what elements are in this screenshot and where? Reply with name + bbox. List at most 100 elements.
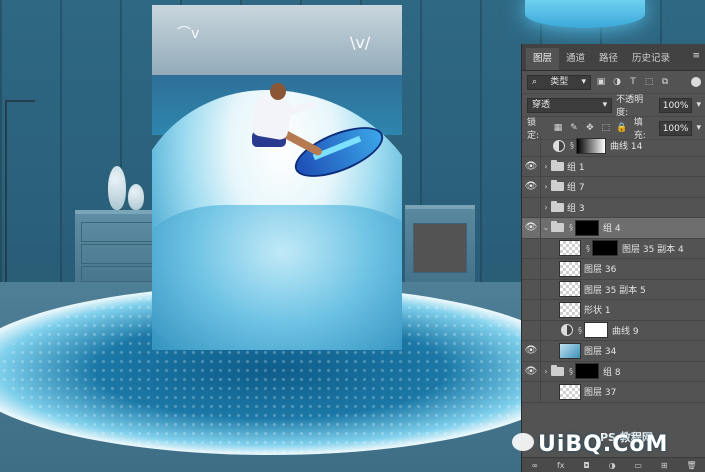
lock-artboard-icon[interactable]: ⬚	[600, 122, 612, 134]
eye-icon[interactable]: 👁	[522, 156, 541, 176]
trash-icon[interactable]: 🗑	[686, 461, 696, 470]
layer-row[interactable]: § 曲线 9	[522, 320, 705, 341]
layer-name: 组 3	[567, 203, 585, 214]
blend-mode-select[interactable]: 穿透 ▾	[527, 97, 613, 113]
visibility-toggle[interactable]	[522, 197, 541, 217]
link-icon[interactable]: ∞	[531, 461, 538, 470]
adjustment-icon[interactable]: ◑	[609, 461, 616, 470]
layer-name: 形状 1	[584, 306, 611, 317]
chevron-down-icon[interactable]: ⌄	[541, 223, 551, 232]
wave-foam	[152, 205, 402, 350]
lock-transparent-icon[interactable]: ▦	[552, 122, 564, 134]
chevron-right-icon[interactable]: ›	[541, 367, 551, 376]
mask-icon[interactable]: ◘	[583, 461, 589, 470]
eye-icon[interactable]: 👁	[522, 341, 541, 361]
chevron-right-icon[interactable]: ›	[541, 203, 551, 212]
layer-name: 图层 35 副本 4	[622, 244, 684, 255]
link-icon: §	[570, 141, 574, 151]
link-icon: §	[578, 325, 582, 335]
smart-object-filter-icon[interactable]: ⧉	[659, 76, 671, 88]
eye-icon[interactable]: 👁	[522, 177, 541, 197]
folder-icon	[551, 159, 564, 171]
layer-row[interactable]: 图层 36	[522, 259, 705, 280]
cabinet-drawer	[81, 244, 153, 264]
layer-name: 曲线 9	[612, 326, 639, 337]
chevron-down-icon[interactable]: ▾	[696, 123, 701, 133]
layer-name: 组 8	[603, 367, 621, 378]
fx-icon[interactable]: fx	[557, 461, 565, 470]
lock-move-icon[interactable]: ✥	[584, 122, 596, 134]
layer-thumbnail[interactable]	[559, 383, 581, 400]
visibility-toggle[interactable]	[522, 136, 541, 156]
layer-thumbnail[interactable]	[559, 260, 581, 277]
layer-row[interactable]: 图层 37	[522, 382, 705, 403]
tab-history[interactable]: 历史记录	[625, 48, 677, 70]
panel-menu-icon[interactable]: ≡	[692, 51, 700, 61]
layer-row[interactable]: 👁 图层 34	[522, 341, 705, 362]
cabinet-drawer	[81, 222, 153, 242]
visibility-toggle[interactable]	[522, 238, 541, 258]
layer-row[interactable]: › 组 3	[522, 197, 705, 218]
tab-layers[interactable]: 图层	[526, 48, 560, 70]
layer-row[interactable]: 形状 1	[522, 300, 705, 321]
new-layer-icon[interactable]: ⊞	[661, 461, 668, 470]
filter-kind-select[interactable]: ⌕ 类型 ▾	[527, 74, 591, 90]
watermark: UiBQ.CoM	[538, 432, 669, 457]
layers-panel: 图层 通道 路径 历史记录 ≡ ⌕ 类型 ▾ ▣ ◑ T ⬚ ⧉ 穿透 ▾ 不透…	[521, 44, 705, 472]
visibility-toggle[interactable]	[522, 300, 541, 320]
eye-icon[interactable]: 👁	[522, 361, 541, 381]
chevron-right-icon[interactable]: ›	[541, 162, 551, 171]
chevron-right-icon[interactable]: ›	[541, 182, 551, 191]
layer-name: 图层 37	[584, 388, 617, 399]
layer-thumbnail[interactable]	[559, 281, 581, 298]
layer-row[interactable]: 👁 › 组 7	[522, 177, 705, 198]
layer-name: 曲线 14	[610, 142, 643, 153]
layers-list: § 曲线 14 👁 › 组 1 👁 › 组 7 › 组 3 👁 ⌄ § 组 4 …	[522, 136, 705, 458]
visibility-toggle[interactable]	[522, 382, 541, 402]
layer-row[interactable]: 👁 › 组 1	[522, 156, 705, 177]
type-filter-icon[interactable]: T	[627, 76, 639, 88]
layer-row[interactable]: § 图层 35 副本 4	[522, 238, 705, 259]
folder-icon	[551, 180, 564, 192]
layer-mask-thumbnail[interactable]	[576, 137, 606, 154]
pixel-filter-icon[interactable]: ▣	[595, 76, 607, 88]
layer-thumbnail[interactable]	[559, 342, 581, 359]
folder-icon[interactable]: ▭	[634, 461, 642, 470]
tab-paths[interactable]: 路径	[592, 48, 625, 70]
vase	[108, 166, 126, 210]
visibility-toggle[interactable]	[522, 259, 541, 279]
layer-mask-thumbnail[interactable]	[575, 219, 599, 236]
link-icon: §	[586, 243, 590, 253]
chevron-down-icon[interactable]: ▾	[696, 100, 701, 110]
visibility-toggle[interactable]	[522, 279, 541, 299]
visibility-toggle[interactable]	[522, 320, 541, 340]
shape-filter-icon[interactable]: ⬚	[643, 76, 655, 88]
layer-mask-thumbnail[interactable]	[584, 322, 608, 339]
surfer-head	[270, 83, 286, 100]
panel-tabs: 图层 通道 路径 历史记录	[522, 44, 705, 71]
folder-open-icon	[551, 221, 564, 233]
shape-thumbnail[interactable]	[559, 301, 581, 318]
tab-channels[interactable]: 通道	[559, 48, 592, 70]
cabinet-drawer	[81, 266, 153, 282]
lock-all-icon[interactable]: 🔒	[616, 122, 628, 134]
adjustment-filter-icon[interactable]: ◑	[611, 76, 623, 88]
filter-kind-label: 类型	[550, 76, 569, 87]
layer-row-selected[interactable]: 👁 ⌄ § 组 4	[522, 218, 705, 239]
layer-row[interactable]: § 曲线 14	[522, 136, 705, 157]
fill-input[interactable]: 100%	[658, 120, 693, 136]
layer-mask-thumbnail[interactable]	[592, 240, 618, 257]
wechat-icon	[512, 433, 534, 451]
folder-icon	[551, 200, 564, 212]
layer-row[interactable]: 图层 35 副本 5	[522, 279, 705, 300]
eye-icon[interactable]: 👁	[522, 218, 541, 238]
layer-name: 组 4	[603, 224, 621, 235]
lock-brush-icon[interactable]: ✎	[568, 122, 580, 134]
opacity-input[interactable]: 100%	[658, 97, 693, 113]
seagull-icon: \v/	[350, 33, 371, 52]
filter-toggle[interactable]	[691, 77, 701, 87]
layer-mask-thumbnail[interactable]	[575, 363, 599, 380]
layer-row[interactable]: 👁 › § 组 8	[522, 361, 705, 382]
ceiling-lamp	[525, 0, 645, 28]
layer-thumbnail[interactable]	[559, 240, 581, 257]
